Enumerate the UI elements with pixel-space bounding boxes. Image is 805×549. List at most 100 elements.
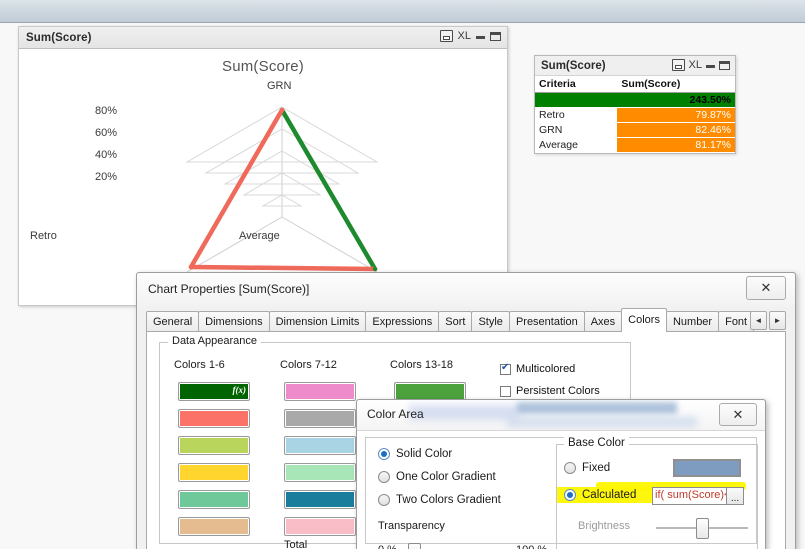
maximize-icon[interactable] [719, 60, 730, 70]
row-value-average: 81.17% [617, 137, 735, 153]
properties-dialog-title: Chart Properties [Sum(Score)] [148, 282, 310, 296]
radio-icon[interactable] [378, 471, 390, 483]
tab-scroll-buttons: ◄ ► [750, 311, 786, 330]
color-swatch-3[interactable] [178, 436, 250, 455]
radio-icon[interactable] [564, 489, 576, 501]
radar-tick-40: 40% [95, 149, 118, 161]
transparency-label: Transparency [378, 520, 445, 532]
persistent-colors-label: Persistent Colors [516, 385, 600, 397]
base-color-legend: Base Color [564, 437, 629, 449]
expression-browse-button[interactable]: ... [726, 487, 744, 505]
color-area-dialog-title: Color Area [367, 407, 424, 421]
chart-window-titlebar[interactable]: Sum(Score) XL [19, 27, 507, 49]
color-area-dialog: Color Area ✕ Solid Color One Color Gradi… [356, 399, 766, 549]
radio-fixed-color[interactable]: Fixed [564, 462, 610, 474]
row-label-average: Average [535, 137, 618, 153]
tab-sort[interactable]: Sort [438, 311, 473, 332]
fixed-color-swatch[interactable] [673, 459, 741, 477]
color-swatch-8[interactable] [284, 409, 356, 428]
radio-icon[interactable] [378, 494, 390, 506]
table-row[interactable]: Average 81.17% [535, 137, 735, 153]
checkbox-icon[interactable] [500, 362, 511, 375]
excel-export-icon[interactable]: XL [458, 30, 471, 42]
table-row-total[interactable]: 243.50% [535, 92, 735, 108]
table-col-criteria[interactable]: Criteria [535, 76, 618, 93]
multicolored-checkbox-row[interactable]: Multicolored [500, 362, 576, 375]
brightness-slider-thumb[interactable] [696, 518, 709, 539]
tab-axes[interactable]: Axes [583, 311, 623, 332]
tab-dimensions[interactable]: Dimensions [198, 311, 270, 332]
score-table: Criteria Sum(Score) 243.50% Retro 79.87%… [535, 76, 735, 153]
color-swatch-10[interactable] [284, 463, 356, 482]
multicolored-label: Multicolored [516, 363, 576, 375]
chart-title: Sum(Score) [221, 58, 305, 75]
radio-two-colors-gradient[interactable]: Two Colors Gradient [378, 494, 501, 506]
color-area-inner-panel: Solid Color One Color Gradient Two Color… [365, 437, 758, 549]
color-area-body: Solid Color One Color Gradient Two Color… [357, 430, 765, 549]
close-icon[interactable]: ✕ [719, 403, 757, 426]
minimize-icon[interactable] [706, 65, 715, 68]
radio-one-color-gradient[interactable]: One Color Gradient [378, 471, 496, 483]
tab-general[interactable]: General [146, 311, 200, 332]
tab-colors[interactable]: Colors [621, 308, 667, 332]
desktop-top-strip [0, 0, 805, 23]
tab-dimension-limits[interactable]: Dimension Limits [268, 311, 367, 332]
maximize-icon[interactable] [490, 31, 501, 41]
color-swatch-2[interactable] [178, 409, 250, 428]
radio-icon[interactable] [564, 462, 576, 474]
color-swatch-9[interactable] [284, 436, 356, 455]
minimize-icon[interactable] [476, 36, 485, 39]
radar-chart-svg [185, 106, 379, 273]
table-col-sumscore[interactable]: Sum(Score) [617, 76, 735, 93]
color-swatch-6[interactable] [178, 517, 250, 536]
row-label-grn: GRN [535, 122, 618, 138]
transparency-max-label: 100 % [516, 544, 547, 549]
two-colors-gradient-label: Two Colors Gradient [396, 494, 501, 506]
table-row[interactable]: Retro 79.87% [535, 107, 735, 123]
tab-expressions[interactable]: Expressions [365, 311, 440, 332]
radar-tick-80: 80% [95, 105, 118, 117]
radio-solid-color[interactable]: Solid Color [378, 448, 452, 460]
color-swatch-4[interactable] [178, 463, 250, 482]
solid-color-label: Solid Color [396, 448, 453, 460]
radar-axis-label-average: Average [239, 230, 280, 242]
color-swatch-11[interactable] [284, 490, 356, 509]
score-table-window: Sum(Score) XL Criteria Sum(Score) 243.50… [534, 55, 736, 154]
color-swatch-5[interactable] [178, 490, 250, 509]
total-value: 243.50% [617, 92, 735, 108]
chevron-right-icon[interactable]: ► [769, 311, 786, 330]
one-color-gradient-label: One Color Gradient [396, 471, 496, 483]
radio-icon[interactable] [378, 448, 390, 460]
tab-font[interactable]: Font [718, 311, 755, 332]
calculated-label: Calculated [582, 489, 637, 501]
excel-export-icon[interactable]: XL [689, 59, 702, 71]
tab-style[interactable]: Style [471, 311, 510, 332]
close-icon[interactable]: ✕ [746, 276, 786, 300]
color-swatch-7[interactable] [284, 382, 356, 401]
chevron-left-icon[interactable]: ◄ [750, 311, 767, 330]
radar-chart[interactable]: GRN Average Retro 80% 60% 40% 20% [19, 77, 507, 302]
table-row[interactable]: GRN 82.46% [535, 122, 735, 138]
chart-window-body: Sum(Score) GRN Average Retro 80% 60% 40%… [19, 49, 507, 305]
print-icon[interactable] [671, 59, 685, 71]
transparency-slider-thumb[interactable] [408, 543, 421, 549]
transparency-min-label: 0 % [378, 544, 397, 549]
tab-number[interactable]: Number [665, 311, 720, 332]
table-window-buttons: XL [671, 59, 730, 71]
chart-window: Sum(Score) XL Sum(Score) GRN Average Ret… [18, 26, 508, 306]
colors-1-6-header: Colors 1-6 [174, 359, 225, 371]
properties-titlebar[interactable]: Chart Properties [Sum(Score)] ✕ [137, 273, 795, 307]
color-area-titlebar[interactable]: Color Area ✕ [357, 400, 765, 430]
total-label: Total [284, 539, 308, 549]
color-swatch-1[interactable]: f(x) [178, 382, 250, 401]
colors-13-18-header: Colors 13-18 [390, 359, 453, 371]
tab-presentation[interactable]: Presentation [508, 311, 585, 332]
checkbox-icon[interactable] [500, 385, 511, 397]
radio-calculated-color[interactable]: Calculated [564, 489, 636, 501]
print-icon[interactable] [439, 30, 453, 42]
color-swatch-12[interactable] [284, 517, 356, 536]
chart-window-title: Sum(Score) [26, 31, 92, 44]
radar-axis-label-grn: GRN [267, 80, 292, 92]
persistent-colors-checkbox-row[interactable]: Persistent Colors [500, 385, 600, 397]
table-window-titlebar[interactable]: Sum(Score) XL [535, 56, 735, 76]
